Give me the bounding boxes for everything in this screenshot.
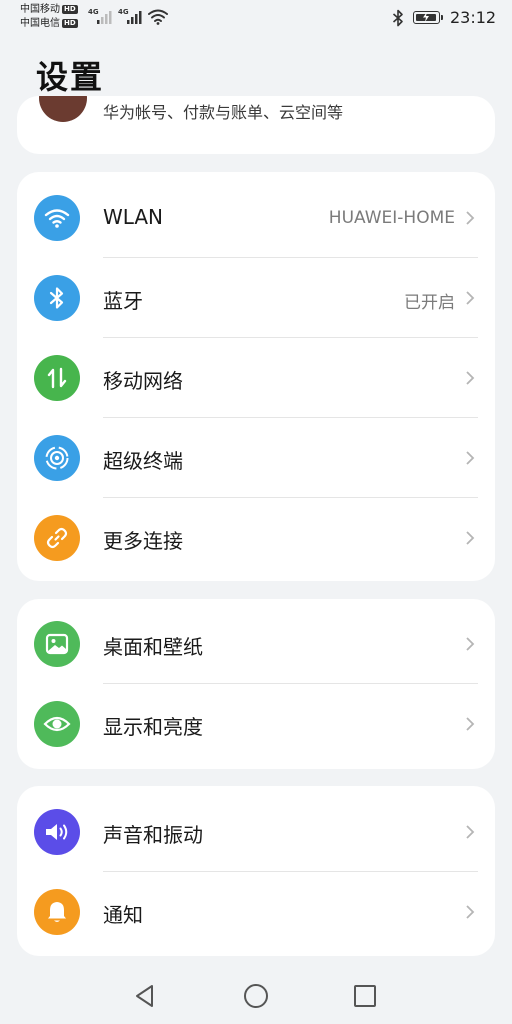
signal-2-icon: 4G [118,8,144,26]
settings-item-notifications[interactable]: 通知 [17,872,495,952]
hd-badge-2: HD [62,19,78,28]
carrier-1-label: 中国移动 [20,4,60,15]
sound-vibration-label: 声音和振动 [103,823,203,847]
settings-item-display-brightness[interactable]: 显示和亮度 [17,684,495,764]
wallpaper-icon [34,621,80,667]
connectivity-card: WLAN HUAWEI-HOME 蓝牙 已开启 移动网络 超级终端 更多连接 [17,172,495,581]
chevron-right-icon [466,717,475,731]
super-device-icon [34,435,80,481]
settings-item-wallpaper[interactable]: 桌面和壁纸 [17,604,495,684]
bell-icon [34,889,80,935]
bluetooth-status-icon [392,9,403,27]
account-card[interactable]: 华为帐号、付款与账单、云空间等 [17,96,495,154]
display-brightness-label: 显示和亮度 [103,715,203,739]
bluetooth-icon [34,275,80,321]
hd-badge-1: HD [62,5,78,14]
chevron-right-icon [466,905,475,919]
chevron-right-icon [466,531,475,545]
eye-icon [34,701,80,747]
wlan-label: WLAN [103,205,164,229]
page-title: 设置 [36,58,105,96]
settings-item-sound-vibration[interactable]: 声音和振动 [17,792,495,872]
battery-icon [413,11,443,24]
chevron-right-icon [466,371,475,385]
carrier-info: 中国移动 HD 中国电信 HD [20,3,78,31]
settings-item-wlan[interactable]: WLAN HUAWEI-HOME [17,178,495,258]
settings-item-mobile-network[interactable]: 移动网络 [17,338,495,418]
settings-item-bluetooth[interactable]: 蓝牙 已开启 [17,258,495,338]
chevron-right-icon [466,291,475,305]
signal-1-icon: 4G [88,8,114,26]
avatar [39,96,87,122]
back-icon[interactable] [132,982,160,1010]
wifi-status-icon [148,9,168,25]
chevron-right-icon [466,451,475,465]
account-subtitle: 华为帐号、付款与账单、云空间等 [103,103,344,122]
volume-icon [34,809,80,855]
home-icon[interactable] [242,982,270,1010]
link-icon [34,515,80,561]
mobile-network-label: 移动网络 [103,369,183,393]
status-bar: 中国移动 HD 中国电信 HD 4G 4G 23:12 [0,0,512,36]
chevron-right-icon [466,637,475,651]
navigation-bar [0,968,512,1024]
display-card: 桌面和壁纸 显示和亮度 [17,599,495,769]
chevron-right-icon [466,211,475,225]
settings-item-super-device[interactable]: 超级终端 [17,418,495,498]
more-connections-label: 更多连接 [103,529,183,553]
chevron-right-icon [466,825,475,839]
recents-icon[interactable] [351,982,379,1010]
notifications-label: 通知 [103,903,143,927]
super-device-label: 超级终端 [103,449,183,473]
bluetooth-label: 蓝牙 [103,289,143,313]
wifi-icon [34,195,80,241]
mobile-data-icon [34,355,80,401]
bluetooth-value: 已开启 [404,293,455,313]
wallpaper-label: 桌面和壁纸 [103,635,203,659]
sound-card: 声音和振动 通知 [17,786,495,956]
status-time: 23:12 [450,8,497,27]
wlan-value: HUAWEI-HOME [328,208,455,228]
settings-item-more-connections[interactable]: 更多连接 [17,498,495,578]
carrier-2-label: 中国电信 [20,18,60,29]
